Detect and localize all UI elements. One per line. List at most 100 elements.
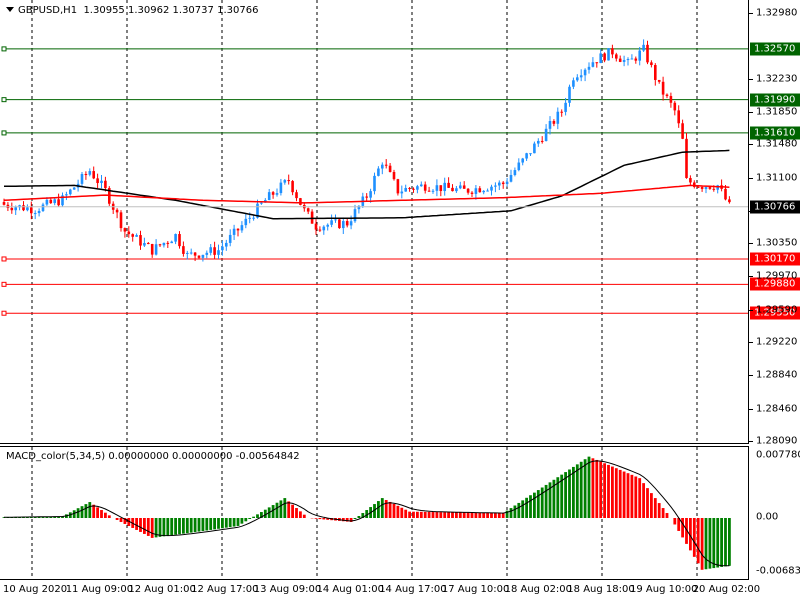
- candle-body: [2, 202, 6, 205]
- candle-body: [349, 221, 353, 226]
- candle-body: [373, 175, 376, 192]
- candle-body: [236, 228, 240, 231]
- macd-histogram-bar: [466, 512, 470, 518]
- macd-histogram-bar: [704, 518, 708, 570]
- candle-body: [494, 185, 497, 187]
- candle-body: [665, 94, 669, 97]
- candle-body: [392, 171, 396, 180]
- macd-histogram-bar: [603, 463, 606, 518]
- candle-body: [299, 198, 302, 205]
- macd-histogram-bar: [474, 512, 478, 518]
- candle-body: [509, 174, 513, 182]
- macd-histogram-bar: [661, 508, 665, 518]
- macd-histogram-bar: [217, 518, 220, 529]
- macd-histogram-bar: [447, 512, 450, 518]
- macd-histogram-bar: [451, 512, 454, 518]
- candle-body: [396, 179, 400, 194]
- macd-histogram-bar: [583, 459, 587, 518]
- candle-body: [45, 199, 49, 205]
- dropdown-triangle-icon[interactable]: [6, 7, 14, 12]
- candle-body: [572, 80, 575, 87]
- axis-tick: [749, 276, 753, 278]
- candle-body: [540, 140, 544, 142]
- candle-body: [330, 220, 333, 225]
- macd-histogram-bar: [482, 512, 486, 518]
- macd-histogram-bar: [100, 510, 103, 518]
- candle-body: [10, 207, 14, 211]
- candle-body: [334, 219, 337, 221]
- candle-body: [295, 192, 298, 199]
- macd-histogram-bar: [170, 518, 174, 536]
- candle-body: [595, 62, 599, 64]
- macd-histogram-bar: [279, 500, 283, 518]
- candle-body: [225, 242, 228, 247]
- macd-histogram-bar: [119, 518, 123, 522]
- time-axis-label: 13 Aug 09:00: [253, 584, 322, 595]
- macd-histogram-bar: [271, 505, 275, 518]
- candle-body: [201, 254, 205, 258]
- candle-body: [30, 207, 33, 214]
- candle-body: [689, 178, 692, 183]
- macd-histogram-bar: [322, 518, 326, 520]
- candle-body: [412, 188, 415, 190]
- candle-body: [37, 210, 41, 214]
- candle-body: [576, 77, 579, 81]
- candle-body: [182, 246, 185, 254]
- candle-body: [41, 204, 45, 211]
- candle-body: [490, 186, 493, 191]
- macd-histogram-bar: [568, 469, 571, 518]
- candle-body: [673, 102, 677, 111]
- macd-histogram-bar: [318, 518, 322, 520]
- macd-histogram-bar: [513, 505, 517, 518]
- axis-tick: [749, 243, 753, 245]
- candle-body: [104, 180, 107, 189]
- time-axis-label: 17 Aug 10:00: [441, 584, 510, 595]
- candle-body: [486, 190, 489, 192]
- candle-body: [677, 110, 680, 124]
- candle-body: [591, 62, 595, 67]
- macd-histogram-bar: [357, 516, 361, 518]
- candle-body: [84, 174, 88, 176]
- macd-histogram-bar: [404, 509, 408, 518]
- candle-body: [221, 246, 224, 251]
- candle-body: [529, 153, 532, 155]
- time-axis-label: 18 Aug 18:00: [567, 584, 635, 595]
- candle-body: [283, 180, 287, 183]
- macd-histogram-bar: [185, 518, 189, 534]
- macd-histogram-bar: [213, 518, 216, 530]
- candle-body: [88, 171, 92, 175]
- macd-panel[interactable]: MACD_color(5,34,5) 0.00000000 0.00000000…: [0, 446, 749, 580]
- candle-body: [53, 199, 56, 204]
- high-value: 1.30962: [127, 5, 170, 16]
- axis-tick: [749, 111, 753, 113]
- price-chart[interactable]: GBPUSD,H1 1.30955 1.30962 1.30737 1.3076…: [0, 0, 749, 444]
- macd-histogram-bar: [189, 518, 193, 533]
- macd-histogram-bar: [443, 512, 447, 518]
- candle-body: [560, 111, 563, 113]
- macd-histogram-bar: [607, 464, 610, 518]
- candle-body: [521, 158, 524, 163]
- candle-body: [638, 50, 641, 61]
- macd-histogram-bar: [626, 473, 630, 518]
- candle-body: [100, 180, 103, 184]
- candle-body: [657, 79, 661, 82]
- candle-body: [466, 188, 470, 193]
- macd-histogram-bar: [299, 511, 302, 518]
- macd-histogram-bar: [681, 518, 684, 538]
- macd-histogram-bar: [470, 512, 474, 518]
- level-handle: [1, 46, 7, 52]
- time-axis-label: 14 Aug 17:00: [379, 584, 447, 595]
- candle-body: [400, 191, 404, 194]
- candle-body: [322, 226, 326, 231]
- macd-histogram-bar: [80, 506, 84, 518]
- candle-body: [267, 192, 271, 201]
- candle-body: [369, 191, 372, 198]
- candle-body: [599, 53, 602, 64]
- macd-histogram-bar: [575, 464, 579, 518]
- macd-histogram-bar: [248, 518, 252, 519]
- candle-body: [435, 185, 439, 191]
- level-price-tag: 1.31610: [750, 126, 800, 140]
- candle-body: [478, 188, 482, 193]
- macd-histogram-bar: [416, 511, 419, 518]
- candle-body: [427, 190, 431, 192]
